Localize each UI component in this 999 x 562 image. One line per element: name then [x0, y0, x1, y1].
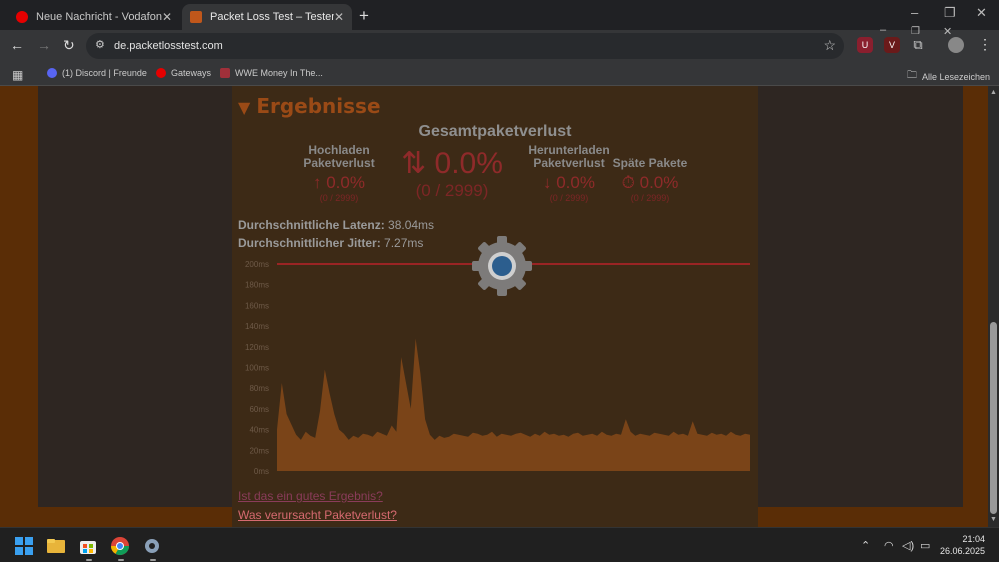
- extensions-puzzle-icon[interactable]: ⧉: [910, 37, 926, 53]
- file-explorer-icon[interactable]: [46, 536, 66, 556]
- total-stat: ⇅ 0.0% (0 / 2999): [401, 147, 503, 200]
- good-result-link[interactable]: Ist das ein gutes Ergebnis?: [238, 489, 397, 503]
- close-icon[interactable]: ✕: [334, 10, 344, 24]
- left-sidebar: [38, 86, 232, 507]
- y-tick-label: 80ms: [249, 384, 269, 393]
- browser-toolbar: ← → ↻ ⚙ de.packetlosstest.com ☆ U V ⧉ ⋮ …: [0, 24, 999, 62]
- minimize-icon[interactable]: –: [911, 5, 918, 20]
- close-window-icon[interactable]: ✕: [943, 25, 952, 38]
- avatar[interactable]: [948, 37, 964, 53]
- y-tick-label: 100ms: [245, 364, 269, 373]
- y-tick-label: 140ms: [245, 322, 269, 331]
- battery-icon[interactable]: ▭: [920, 539, 930, 552]
- close-window-icon[interactable]: ✕: [976, 5, 987, 21]
- back-icon[interactable]: ←: [10, 37, 24, 53]
- scroll-down-icon[interactable]: ▼: [990, 516, 997, 523]
- results-header[interactable]: ▼ Ergebnisse: [238, 94, 381, 118]
- minimize-icon[interactable]: –: [880, 24, 886, 36]
- scrollbar-thumb[interactable]: [990, 322, 997, 514]
- bookmark-discord[interactable]: (1) Discord | Freunde: [47, 68, 147, 78]
- ublock-icon[interactable]: U: [857, 37, 873, 53]
- cause-link[interactable]: Was verursacht Paketverlust?: [238, 508, 397, 522]
- y-tick-label: 40ms: [249, 426, 269, 435]
- download-stat: Herunterladen Paketverlust ↓ 0.0% (0 / 2…: [528, 143, 610, 204]
- site-info-icon[interactable]: ⚙: [95, 38, 105, 51]
- discord-icon: [47, 68, 57, 78]
- collapse-triangle-icon: ▼: [238, 98, 251, 117]
- windows-taskbar: ⌃ ◠ ◁) ▭ 21:04 26.06.2025: [0, 527, 999, 562]
- bookmark-star-icon[interactable]: ☆: [823, 37, 836, 54]
- y-tick-label: 180ms: [245, 281, 269, 290]
- forward-icon[interactable]: →: [37, 37, 51, 53]
- tab-title: Packet Loss Test – Testen Sie Ihr: [210, 11, 334, 23]
- running-indicator: [86, 559, 92, 561]
- page-scrollbar[interactable]: ▲ ▼: [988, 86, 999, 527]
- clock[interactable]: 21:04 26.06.2025: [940, 533, 985, 557]
- total-title: Gesamtpaketverlust: [418, 123, 572, 140]
- latency-summary: Durchschnittliche Latenz: 38.04ms Durchs…: [238, 216, 434, 252]
- y-tick-label: 20ms: [249, 446, 269, 455]
- late-stat: Späte Pakete ⏱ 0.0% (0 / 2999): [612, 156, 688, 204]
- apps-icon[interactable]: ▦: [12, 68, 23, 82]
- restore-icon[interactable]: ❐: [911, 26, 920, 37]
- menu-icon[interactable]: ⋮: [978, 36, 992, 53]
- y-tick-label: 120ms: [245, 343, 269, 352]
- tab-packetloss[interactable]: Packet Loss Test – Testen Sie Ihr ✕: [182, 4, 352, 30]
- reload-icon[interactable]: ↻: [63, 37, 75, 54]
- packetloss-icon: [190, 11, 202, 23]
- bookmarks-bar: ▦ (1) Discord | Freunde Gateways WWE Mon…: [0, 62, 999, 86]
- tab-strip: Neue Nachricht - Vodafone Com ✕ Packet L…: [0, 0, 999, 30]
- wifi-icon[interactable]: ◠: [884, 539, 894, 552]
- upload-stat: Hochladen Paketverlust ↑ 0.0% (0 / 2999): [303, 143, 375, 204]
- running-indicator: [118, 559, 124, 561]
- bookmark-wwe[interactable]: WWE Money In The...: [220, 68, 323, 78]
- wwe-icon: [220, 68, 230, 78]
- chrome-icon[interactable]: [110, 536, 130, 556]
- store-icon[interactable]: [78, 536, 98, 556]
- y-tick-label: 160ms: [245, 301, 269, 310]
- tab-vodafone[interactable]: Neue Nachricht - Vodafone Com ✕: [8, 4, 180, 30]
- results-panel: ▼ Ergebnisse Gesamtpaketverlust Hochladen…: [232, 86, 758, 527]
- new-tab-button[interactable]: +: [359, 6, 369, 26]
- volume-icon[interactable]: ◁): [902, 539, 914, 552]
- bookmark-all[interactable]: 🗀 Alle Lesezeichen: [907, 68, 990, 85]
- settings-gear-icon[interactable]: [142, 536, 162, 556]
- loading-gear-icon: [472, 236, 532, 296]
- y-tick-label: 60ms: [249, 405, 269, 414]
- folder-icon: 🗀: [907, 70, 917, 81]
- url-text: de.packetlosstest.com: [114, 40, 223, 52]
- latency-area-series: [277, 338, 750, 471]
- latency-line: Durchschnittliche Latenz: 38.04ms: [238, 218, 435, 232]
- jitter-line: Durchschnittlicher Jitter: 7.27ms: [238, 236, 424, 250]
- tab-title: Neue Nachricht - Vodafone Com: [36, 11, 162, 23]
- page-viewport: ▼ Ergebnisse Gesamtpaketverlust Hochladen…: [0, 86, 999, 527]
- y-tick-label: 200ms: [245, 260, 269, 269]
- running-indicator: [150, 559, 156, 561]
- y-tick-label: 0ms: [254, 467, 269, 476]
- right-sidebar: [758, 86, 963, 507]
- restore-icon[interactable]: ❐: [944, 5, 956, 21]
- scroll-up-icon[interactable]: ▲: [990, 89, 997, 96]
- vodafone-icon: [156, 68, 166, 78]
- address-bar[interactable]: ⚙ de.packetlosstest.com ☆: [86, 33, 844, 59]
- chevron-up-icon[interactable]: ⌃: [861, 539, 870, 552]
- close-icon[interactable]: ✕: [162, 10, 172, 24]
- vodafone-icon: [16, 11, 28, 23]
- extension-icon[interactable]: V: [884, 37, 900, 53]
- windows-start-icon[interactable]: [14, 536, 34, 556]
- bookmark-gateways[interactable]: Gateways: [156, 68, 211, 78]
- help-links: Ist das ein gutes Ergebnis? Was verursac…: [238, 489, 397, 522]
